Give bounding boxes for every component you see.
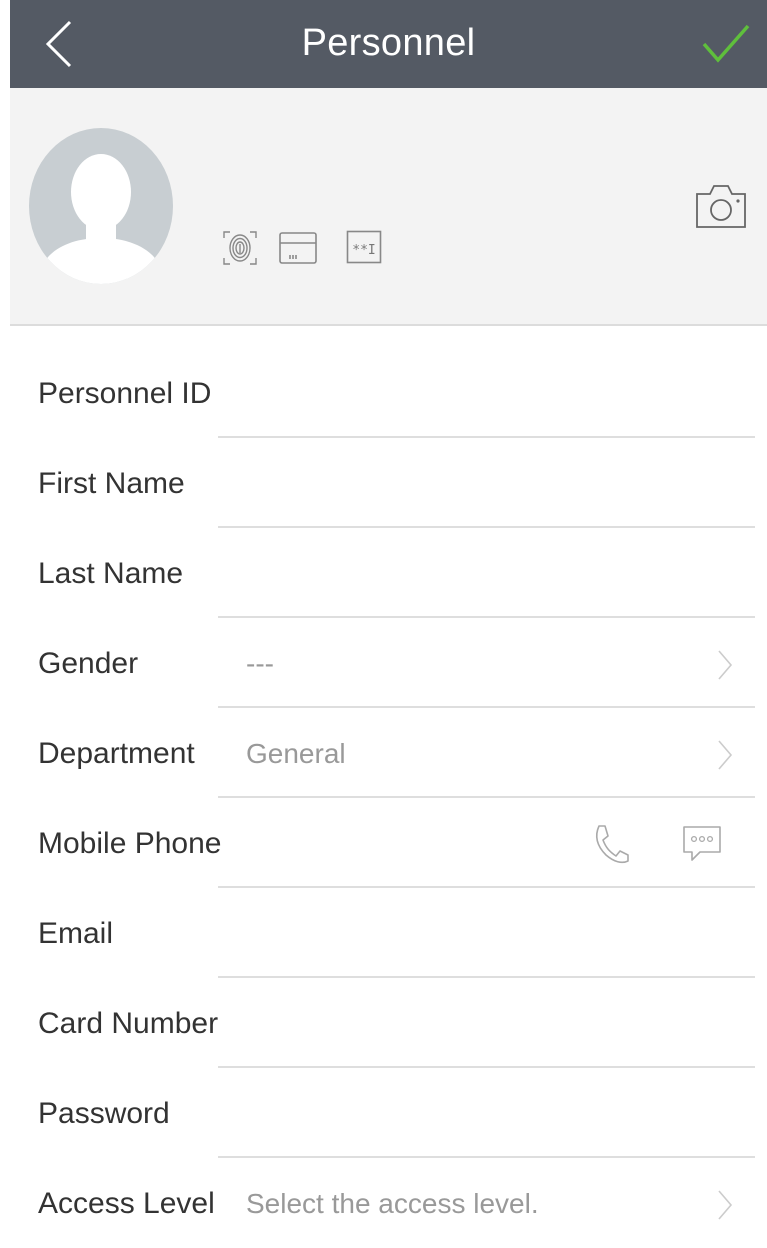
field-label: Personnel ID	[38, 377, 212, 410]
top-navigation-bar: Personnel	[10, 0, 767, 88]
field-first-name[interactable]: First Name	[0, 438, 767, 528]
field-last-name[interactable]: Last Name	[0, 528, 767, 618]
field-label: Card Number	[38, 1007, 219, 1040]
field-email[interactable]: Email	[0, 888, 767, 978]
field-label: Email	[38, 917, 114, 950]
password-icon-text: **I	[352, 243, 375, 258]
field-card-number[interactable]: Card Number	[0, 978, 767, 1068]
camera-button[interactable]	[694, 182, 748, 230]
page-title: Personnel	[301, 22, 476, 64]
chevron-right-icon	[718, 1190, 733, 1220]
save-button[interactable]	[700, 20, 752, 68]
checkmark-icon	[702, 24, 750, 63]
message-button[interactable]	[680, 824, 724, 864]
avatar-placeholder-icon	[29, 128, 173, 284]
field-label: First Name	[38, 467, 185, 500]
field-password[interactable]: Password	[0, 1068, 767, 1158]
field-label: Access Level	[38, 1187, 215, 1220]
chevron-right-icon	[718, 650, 733, 680]
field-gender[interactable]: Gender ---	[0, 618, 767, 708]
field-mobile-phone[interactable]: Mobile Phone	[0, 798, 767, 888]
personnel-form: Personnel ID First Name Last Name Gender…	[0, 326, 767, 1248]
avatar[interactable]	[28, 128, 174, 284]
department-value: General	[246, 738, 346, 769]
chevron-right-icon	[718, 740, 733, 770]
field-label: Gender	[38, 647, 139, 680]
profile-header: **I	[10, 88, 767, 326]
call-button[interactable]	[590, 822, 630, 866]
camera-icon	[696, 185, 746, 228]
field-personnel-id[interactable]: Personnel ID	[0, 326, 767, 438]
card-icon[interactable]	[278, 231, 318, 265]
field-label: Mobile Phone	[38, 827, 222, 860]
field-access-level[interactable]: Access Level Select the access level.	[0, 1158, 767, 1248]
gender-value: ---	[246, 648, 274, 679]
fingerprint-icon[interactable]	[220, 228, 260, 268]
password-icon[interactable]: **I	[346, 230, 382, 264]
field-label: Department	[38, 737, 195, 770]
field-label: Last Name	[38, 557, 184, 590]
access-level-placeholder: Select the access level.	[246, 1188, 539, 1219]
field-label: Password	[38, 1097, 170, 1130]
message-icon	[683, 826, 721, 861]
field-department[interactable]: Department General	[0, 708, 767, 798]
phone-icon	[596, 825, 629, 864]
